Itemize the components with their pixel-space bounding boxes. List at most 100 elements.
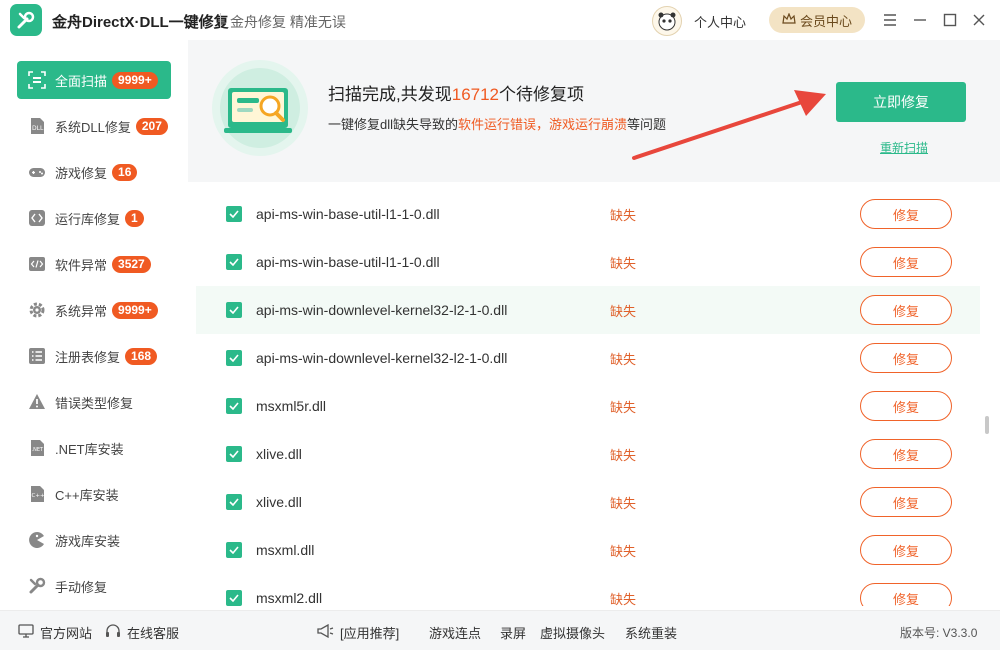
table-row: api-ms-win-downlevel-kernel32-l2-1-0.dll…: [196, 334, 980, 382]
scan-icon: [27, 70, 47, 90]
sidebar-item-runtime-repair[interactable]: 运行库修复 1: [17, 199, 171, 237]
sidebar: 全面扫描 9999+ DLL 系统DLL修复 207 游戏修复 16 运行库修复…: [0, 40, 188, 610]
row-checkbox[interactable]: [226, 254, 242, 270]
rescan-link[interactable]: 重新扫描: [880, 139, 928, 156]
sidebar-item-cpp-install[interactable]: C++ C++库安装: [17, 475, 171, 513]
repair-button[interactable]: 修复: [860, 199, 952, 229]
wrench-icon: [27, 576, 47, 596]
sidebar-item-game-lib-install[interactable]: 游戏库安装: [17, 521, 171, 559]
footer-link-auto-clicker[interactable]: 游戏连点: [429, 623, 481, 642]
maximize-icon[interactable]: [938, 8, 962, 32]
sidebar-item-registry-repair[interactable]: 注册表修复 168: [17, 337, 171, 375]
status-badge: 缺失: [610, 351, 637, 367]
dll-name: msxml2.dll: [256, 590, 323, 606]
version-label: 版本号: V3.3.0: [900, 626, 978, 640]
row-checkbox[interactable]: [226, 350, 242, 366]
repair-button[interactable]: 修复: [860, 343, 952, 373]
pacman-icon: [27, 530, 47, 550]
repair-button[interactable]: 修复: [860, 247, 952, 277]
status-badge: 缺失: [610, 447, 637, 463]
avatar[interactable]: [652, 6, 682, 36]
count-badge: 168: [125, 347, 158, 365]
dotnet-icon: .NET: [27, 438, 47, 458]
dll-name: xlive.dll: [256, 494, 302, 510]
sidebar-item-label: C++库安装: [55, 487, 119, 503]
issue-count: 16712: [451, 85, 500, 104]
scan-complete-illustration: [210, 58, 310, 158]
title-bar: 金舟DirectX·DLL一键修复 金舟修复 精准无误 个人中心 会员中心: [0, 0, 1000, 40]
sidebar-item-label: 手动修复: [55, 579, 108, 595]
red-arrow-annotation: [632, 90, 826, 160]
row-checkbox[interactable]: [226, 494, 242, 510]
count-badge: 9999+: [112, 301, 158, 319]
count-badge: 9999+: [112, 71, 158, 89]
close-icon[interactable]: [967, 8, 991, 32]
fix-now-button[interactable]: 立即修复: [836, 82, 966, 122]
sidebar-item-software-error[interactable]: 软件异常 3527: [17, 245, 171, 283]
svg-text:DLL: DLL: [32, 125, 44, 132]
repair-button[interactable]: 修复: [860, 439, 952, 469]
footer-link-screen-record[interactable]: 录屏: [500, 623, 526, 642]
repair-button[interactable]: 修复: [860, 487, 952, 517]
row-checkbox[interactable]: [226, 398, 242, 414]
row-checkbox[interactable]: [226, 302, 242, 318]
sidebar-item-error-type-repair[interactable]: 错误类型修复: [17, 383, 171, 421]
scan-result-title: 扫描完成,共发现16712个待修复项: [328, 85, 585, 104]
table-row: msxml2.dll 缺失 修复: [196, 574, 980, 606]
minimize-icon[interactable]: [908, 8, 932, 32]
gamepad-icon: [27, 162, 47, 182]
count-badge: 1: [125, 209, 144, 227]
repair-button[interactable]: 修复: [860, 295, 952, 325]
vip-center-button[interactable]: 会员中心: [769, 7, 865, 33]
status-badge: 缺失: [610, 591, 637, 607]
menu-icon[interactable]: [878, 8, 902, 32]
warning-icon: [27, 392, 47, 412]
sidebar-item-manual-repair[interactable]: 手动修复: [17, 567, 171, 605]
status-badge: 缺失: [610, 303, 637, 319]
sidebar-item-game-repair[interactable]: 游戏修复 16: [17, 153, 171, 191]
sidebar-item-label: 软件异常: [55, 257, 108, 273]
footer-link-virtual-camera[interactable]: 虚拟摄像头: [540, 623, 605, 642]
sidebar-item-dotnet-install[interactable]: .NET .NET库安装: [17, 429, 171, 467]
list-scrollbar[interactable]: [985, 416, 989, 434]
app-title: 金舟DirectX·DLL一键修复: [52, 14, 229, 31]
gear-icon: [27, 300, 47, 320]
sidebar-item-system-dll[interactable]: DLL 系统DLL修复 207: [17, 107, 171, 145]
row-checkbox[interactable]: [226, 206, 242, 222]
repair-button[interactable]: 修复: [860, 583, 952, 606]
footer-bar: 官方网站 在线客服 [应用推荐] 游戏连点 录屏 虚拟摄像头 系统重装 版本号:…: [0, 610, 1000, 650]
dll-name: api-ms-win-downlevel-kernel32-l2-1-0.dll: [256, 350, 508, 366]
footer-link-system-reinstall[interactable]: 系统重装: [625, 623, 677, 642]
online-service-link[interactable]: 在线客服: [105, 623, 179, 642]
sidebar-item-system-error[interactable]: 系统异常 9999+: [17, 291, 171, 329]
status-badge: 缺失: [610, 255, 637, 271]
sidebar-item-label: 游戏修复: [55, 165, 108, 181]
user-center-link[interactable]: 个人中心: [694, 12, 746, 31]
row-checkbox[interactable]: [226, 446, 242, 462]
status-badge: 缺失: [610, 207, 637, 223]
app-slogan: 金舟修复 精准无误: [230, 14, 346, 30]
row-checkbox[interactable]: [226, 590, 242, 606]
official-website-link[interactable]: 官方网站: [18, 623, 92, 642]
table-row: xlive.dll 缺失 修复: [196, 478, 980, 526]
dll-issue-list: api-ms-win-base-util-l1-1-0.dll 缺失 修复 ap…: [188, 190, 984, 606]
scan-result-subtitle: 一键修复dll缺失导致的软件运行错误，游戏运行崩溃等问题: [328, 117, 667, 132]
dll-name: msxml5r.dll: [256, 398, 327, 414]
sidebar-item-label: 系统异常: [55, 303, 108, 319]
count-badge: 3527: [112, 255, 151, 273]
table-row: api-ms-win-base-util-l1-1-0.dll 缺失 修复: [196, 238, 980, 286]
dll-file-icon: DLL: [27, 116, 47, 136]
count-badge: 207: [135, 117, 168, 135]
dll-name: msxml.dll: [256, 542, 315, 558]
repair-button[interactable]: 修复: [860, 391, 952, 421]
table-row: msxml.dll 缺失 修复: [196, 526, 980, 574]
repair-button[interactable]: 修复: [860, 535, 952, 565]
row-checkbox[interactable]: [226, 542, 242, 558]
sidebar-item-full-scan[interactable]: 全面扫描 9999+: [17, 61, 171, 99]
monitor-icon: [18, 624, 34, 641]
headset-icon: [105, 624, 121, 641]
crown-icon: [782, 11, 796, 28]
svg-text:C++: C++: [32, 493, 45, 499]
app-logo-icon: [10, 4, 42, 36]
sidebar-item-label: 游戏库安装: [55, 533, 121, 549]
